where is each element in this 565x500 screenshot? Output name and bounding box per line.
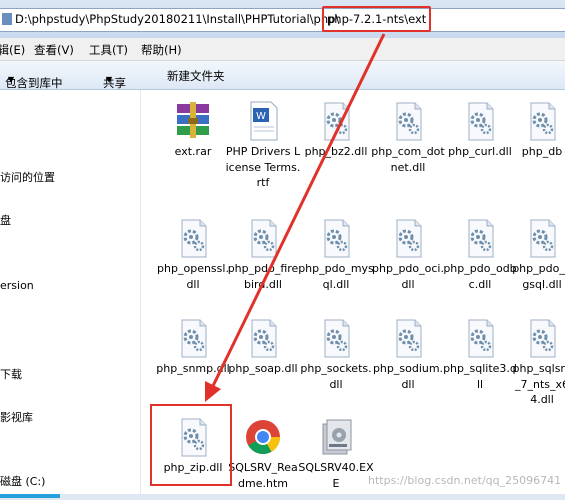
navigation-pane: 访问的位置 盘 ersion 下载 影视库 磁盘 (C:): [0, 90, 141, 500]
file-name: ext.rar: [174, 145, 212, 158]
file-item[interactable]: php_pdo_pgsql.dll: [512, 217, 565, 292]
file-item[interactable]: php_pdo_oci.dll: [370, 217, 446, 292]
dll-gear-icon: [530, 219, 556, 258]
file-item[interactable]: php_pdo_firebird.dll: [225, 217, 301, 292]
highlight-box: [150, 404, 232, 486]
svg-text:W: W: [256, 111, 266, 122]
address-bar[interactable]: D:\phpstudy\PhpStudy20180211\Install\PHP…: [0, 6, 565, 32]
file-name: php_db: [521, 145, 563, 158]
file-item[interactable]: php_pdo_odbc.dll: [442, 217, 518, 292]
file-item[interactable]: php_sodium.dll: [370, 317, 446, 392]
dll-gear-icon: [468, 219, 494, 258]
dll-gear-icon: [251, 319, 277, 358]
menu-edit[interactable]: 编辑(E): [0, 42, 25, 58]
dll-gear-icon: [396, 319, 422, 358]
new-folder-button[interactable]: 新建文件夹: [167, 68, 225, 84]
file-item[interactable]: SQLSRV40.EXE: [298, 416, 374, 491]
chrome-icon: [246, 420, 280, 454]
watermark-text: https://blog.csdn.net/qq_25096741: [368, 474, 562, 487]
file-name: php_sqlite3.dll: [443, 362, 517, 391]
menu-tools[interactable]: 工具(T): [89, 42, 128, 58]
address-path-highlight[interactable]: php-7.2.1-nts\ext: [322, 6, 432, 32]
menu-view[interactable]: 查看(V): [34, 42, 74, 58]
file-item[interactable]: php_snmp.dll: [155, 317, 231, 377]
file-item[interactable]: php_curl.dll: [442, 100, 518, 160]
file-item[interactable]: php_openssl.dll: [155, 217, 231, 292]
address-bar-region: D:\phpstudy\PhpStudy20180211\Install\PHP…: [0, 0, 565, 39]
drive-usage-bar: [0, 494, 60, 498]
menu-bar: 编辑(E) 查看(V) 工具(T) 帮助(H): [0, 38, 565, 61]
file-item[interactable]: SQLSRV_Readme.htm: [225, 416, 301, 491]
winrar-archive-icon: [177, 102, 209, 138]
file-item[interactable]: php_pdo_mysql.dll: [298, 217, 374, 292]
file-name: php_openssl.dll: [157, 262, 229, 291]
file-name: php_pdo_firebird.dll: [227, 262, 299, 291]
dll-gear-icon: [468, 102, 494, 141]
nav-item-videos[interactable]: 影视库: [0, 409, 33, 425]
file-item[interactable]: ext.rar: [155, 100, 231, 160]
chevron-down-icon: ▼: [8, 75, 15, 84]
nav-item-downloads[interactable]: 下载: [0, 366, 22, 382]
file-name: php_sodium.dll: [372, 362, 444, 391]
folder-icon: [2, 13, 12, 25]
file-name: PHP Drivers License Terms.rtf: [225, 145, 301, 189]
dll-gear-icon: [324, 102, 350, 141]
file-name: php_soap.dll: [228, 362, 298, 375]
installer-exe-icon: [322, 419, 352, 455]
file-item[interactable]: W PHP Drivers License Terms.rtf: [225, 100, 301, 191]
nav-item-local-disk-c[interactable]: 磁盘 (C:): [0, 473, 45, 489]
file-item[interactable]: php_sqlite3.dll: [442, 317, 518, 392]
file-item[interactable]: php_sqlsrv_7_nts_x64.dll: [512, 317, 565, 408]
file-name: php_pdo_mysql.dll: [298, 262, 374, 291]
dll-gear-icon: [396, 219, 422, 258]
dll-gear-icon: [181, 219, 207, 258]
file-item[interactable]: php_db: [512, 100, 565, 160]
file-name: php_pdo_oci.dll: [372, 262, 444, 291]
file-item[interactable]: php_soap.dll: [225, 317, 301, 377]
nav-item-recent-places[interactable]: 访问的位置: [0, 169, 55, 185]
dll-gear-icon: [530, 102, 556, 141]
file-name: php_sockets.dll: [300, 362, 372, 391]
file-item[interactable]: php_bz2.dll: [298, 100, 374, 160]
address-path-prefix[interactable]: D:\phpstudy\PhpStudy20180211\Install\PHP…: [15, 12, 339, 26]
nav-item-disk[interactable]: 盘: [0, 212, 11, 228]
dll-gear-icon: [324, 319, 350, 358]
dll-gear-icon: [251, 219, 277, 258]
dll-gear-icon: [324, 219, 350, 258]
file-name: php_snmp.dll: [156, 362, 230, 375]
file-name: php_pdo_odbc.dll: [443, 262, 517, 291]
file-name: SQLSRV_Readme.htm: [228, 461, 298, 490]
dll-gear-icon: [468, 319, 494, 358]
file-name: php_curl.dll: [448, 145, 512, 158]
file-item[interactable]: php_com_dotnet.dll: [370, 100, 446, 175]
file-name: php_com_dotnet.dll: [371, 145, 445, 174]
chevron-down-icon: ▼: [106, 75, 113, 84]
dll-gear-icon: [530, 319, 556, 358]
file-name: php_sqlsrv_7_nts_x64.dll: [512, 362, 565, 406]
file-name: php_bz2.dll: [304, 145, 368, 158]
file-name: SQLSRV40.EXE: [298, 461, 374, 490]
dll-gear-icon: [396, 102, 422, 141]
file-item[interactable]: php_sockets.dll: [298, 317, 374, 392]
status-strip: [0, 494, 565, 500]
file-name: php_pdo_pgsql.dll: [512, 262, 565, 291]
command-toolbar: 包含到库中 ▼ 共享 ▼ 新建文件夹: [0, 61, 565, 90]
nav-item-version[interactable]: ersion: [0, 279, 34, 292]
word-document-icon: W: [250, 101, 278, 141]
dll-gear-icon: [181, 319, 207, 358]
menu-help[interactable]: 帮助(H): [141, 42, 182, 58]
